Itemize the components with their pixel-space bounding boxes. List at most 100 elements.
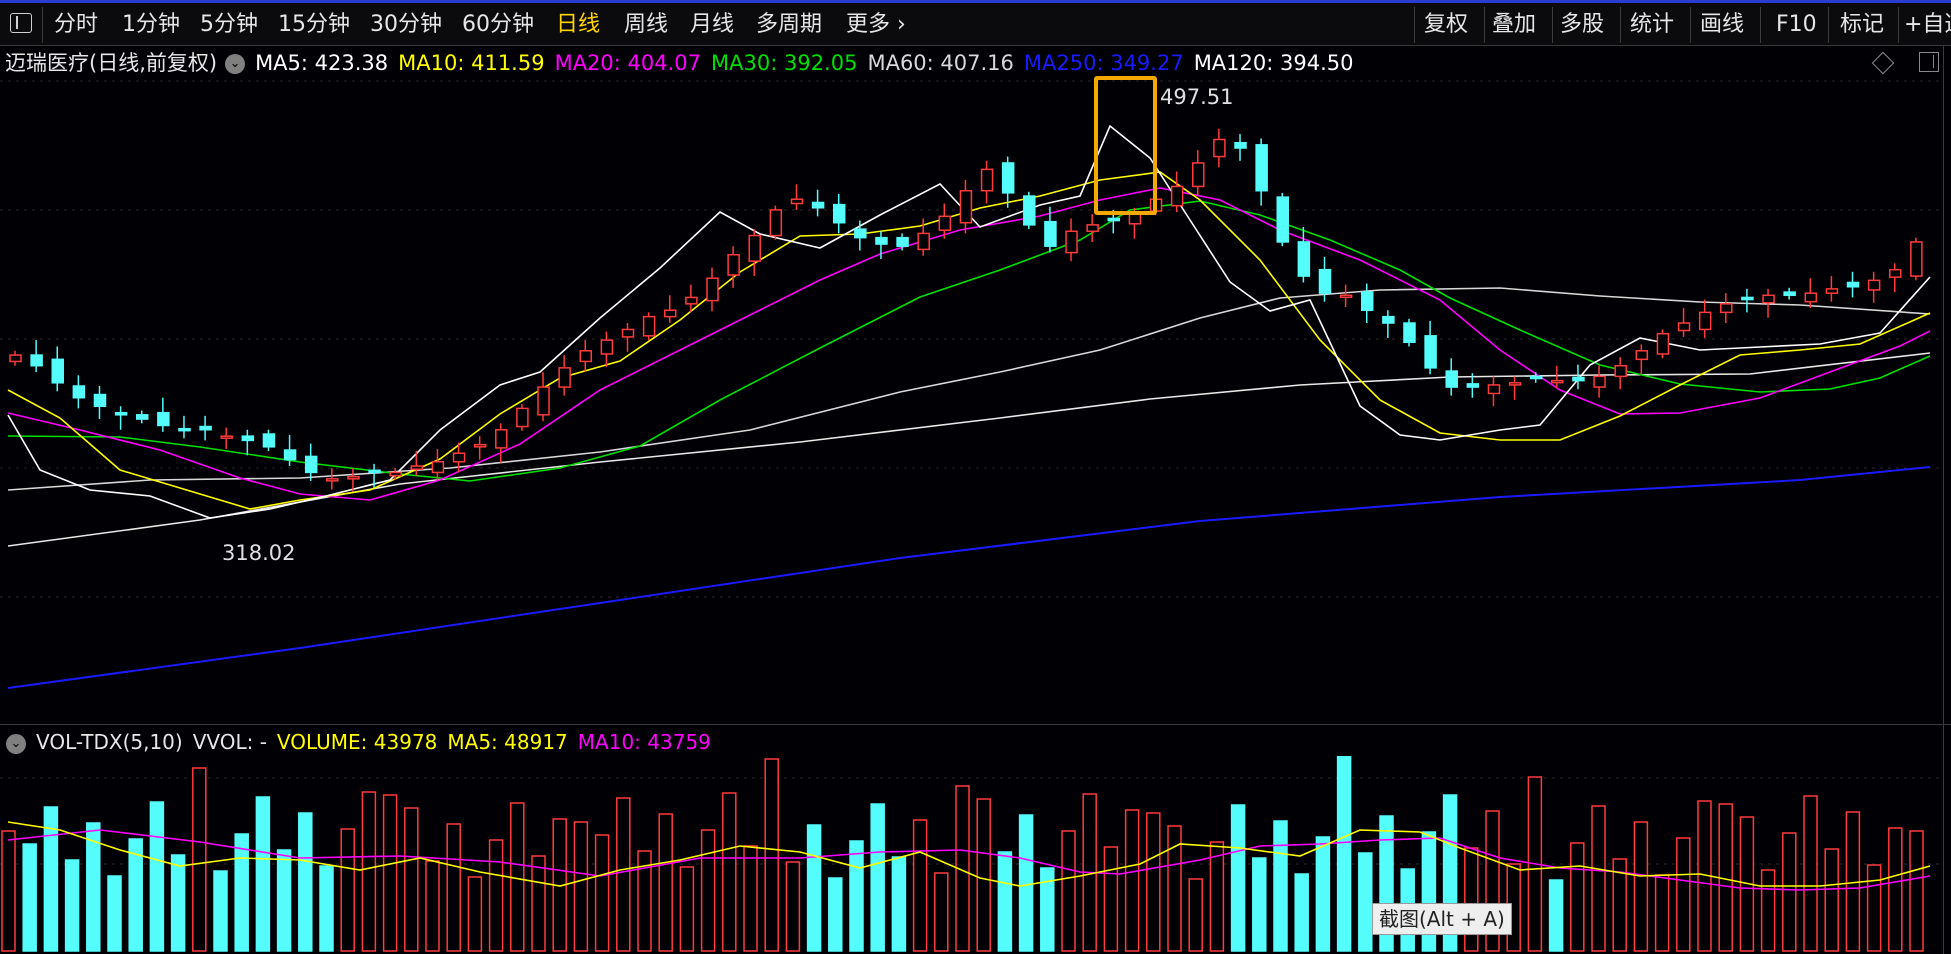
candle-body[interactable] [283, 449, 297, 461]
volume-bar[interactable] [1294, 873, 1309, 952]
volume-bar[interactable] [891, 856, 907, 952]
volume-bar[interactable] [1336, 756, 1352, 952]
volume-bar[interactable] [1358, 852, 1373, 952]
volume-bar[interactable] [1633, 821, 1649, 952]
tab-daily[interactable]: 日线 [556, 11, 600, 39]
candle-body[interactable] [30, 354, 43, 367]
tab-intraday[interactable]: 分时 [54, 11, 98, 39]
multi-stock-button[interactable]: 多股 [1560, 11, 1604, 39]
candle-body[interactable] [1508, 382, 1522, 386]
candle-body[interactable] [1318, 268, 1332, 294]
volume-bar[interactable] [1548, 879, 1564, 952]
volume-bar[interactable] [679, 866, 695, 952]
volume-bar[interactable] [276, 849, 292, 952]
candle-body[interactable] [241, 435, 255, 442]
candle-body[interactable] [1382, 315, 1395, 324]
candle-body[interactable] [1487, 384, 1501, 395]
candle-body[interactable] [727, 253, 740, 276]
candle-body[interactable] [980, 168, 994, 192]
volume-bar[interactable] [213, 870, 228, 952]
volume-bar[interactable] [700, 829, 716, 952]
volume-bar[interactable] [1760, 869, 1776, 952]
volume-bar[interactable] [573, 821, 589, 952]
candle-body[interactable] [621, 328, 635, 338]
candle-body[interactable] [1677, 322, 1691, 332]
candle-body[interactable] [1466, 383, 1480, 388]
volume-bar[interactable] [870, 803, 885, 952]
candle-body[interactable] [748, 234, 761, 262]
tab-1min[interactable]: 1分钟 [122, 11, 180, 39]
candle-body[interactable] [262, 433, 276, 448]
volume-bar[interactable] [1782, 832, 1797, 952]
volume-bar[interactable] [1230, 804, 1246, 952]
volume-bar[interactable] [192, 767, 207, 952]
candle-body[interactable] [516, 407, 529, 428]
candle-body[interactable] [1698, 311, 1712, 331]
tab-5min[interactable]: 5分钟 [200, 11, 258, 39]
volume-bar[interactable] [1061, 830, 1076, 952]
volume-bar[interactable] [425, 860, 440, 952]
candle-body[interactable] [1360, 291, 1374, 311]
candle-body[interactable] [558, 367, 571, 388]
candle-body[interactable] [72, 385, 86, 399]
volume-bar[interactable] [1018, 814, 1034, 952]
volume-bar[interactable] [361, 791, 377, 952]
tab-60min[interactable]: 60分钟 [462, 11, 534, 39]
candle-body[interactable] [1825, 288, 1839, 294]
candle-body[interactable] [579, 350, 593, 363]
volume-bar[interactable] [1252, 857, 1267, 952]
volume-bar[interactable] [382, 794, 398, 952]
candle-body[interactable] [706, 277, 719, 302]
volume-bar[interactable] [1464, 847, 1479, 952]
volume-bar[interactable] [107, 875, 122, 952]
volume-bar[interactable] [912, 819, 928, 952]
volume-bar[interactable] [743, 845, 758, 952]
candle-body[interactable] [896, 236, 909, 247]
candle-body[interactable] [389, 471, 402, 477]
volume-bar[interactable] [170, 854, 186, 952]
candle-body[interactable] [854, 228, 867, 239]
candle-body[interactable] [1107, 217, 1121, 222]
volume-bar[interactable] [1803, 795, 1818, 952]
volume-bar[interactable] [1315, 836, 1331, 952]
volume-bar[interactable] [467, 876, 483, 952]
volume-bar[interactable] [340, 828, 355, 952]
candle-body[interactable] [1192, 162, 1205, 188]
volume-bar[interactable] [1570, 842, 1585, 952]
volume-bar[interactable] [64, 859, 80, 952]
candle-body[interactable] [685, 296, 698, 305]
candle-body[interactable] [452, 452, 466, 463]
overlay-button[interactable]: 叠加 [1492, 11, 1536, 39]
candle-body[interactable] [663, 309, 677, 318]
candle-body[interactable] [832, 203, 846, 224]
volume-bar[interactable] [1146, 812, 1161, 952]
volume-bar[interactable] [255, 796, 271, 952]
volume-bar[interactable] [616, 797, 631, 952]
candle-body[interactable] [1128, 213, 1142, 225]
volume-bar[interactable] [1188, 878, 1203, 952]
candle-body[interactable] [537, 386, 550, 416]
f10-button[interactable]: F10 [1776, 11, 1817, 39]
candle-body[interactable] [1804, 292, 1818, 303]
candle-body[interactable] [220, 435, 233, 439]
volume-bar[interactable] [997, 851, 1013, 952]
volume-bar[interactable] [764, 758, 779, 952]
candle-body[interactable] [1001, 162, 1015, 194]
candle-body[interactable] [1635, 350, 1649, 361]
volume-bar[interactable] [298, 812, 313, 952]
candle-body[interactable] [1572, 376, 1585, 382]
volume-bar[interactable] [319, 865, 334, 952]
volume-bar[interactable] [785, 861, 801, 952]
candle-body[interactable] [959, 189, 973, 224]
candle-body[interactable] [473, 443, 487, 448]
volume-bar[interactable] [149, 801, 165, 952]
candle-body[interactable] [199, 425, 212, 431]
draw-line-button[interactable]: 画线 [1700, 11, 1744, 39]
candle-body[interactable] [1867, 279, 1881, 291]
candle-body[interactable] [1910, 241, 1923, 277]
candle-body[interactable] [410, 465, 424, 470]
volume-bar[interactable] [234, 833, 249, 952]
candle-body[interactable] [917, 232, 930, 251]
restore-rights-button[interactable]: 复权 [1424, 11, 1468, 39]
volume-bar[interactable] [806, 824, 822, 952]
